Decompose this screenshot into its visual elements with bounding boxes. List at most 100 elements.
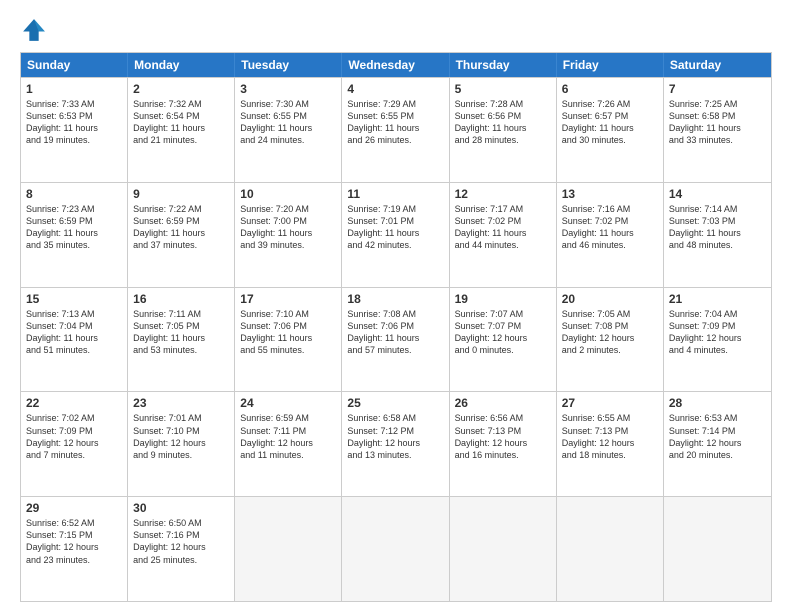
day-number: 23 — [133, 396, 229, 410]
cell-info: Sunrise: 7:02 AM Sunset: 7:09 PM Dayligh… — [26, 412, 122, 461]
calendar-cell: 29 Sunrise: 6:52 AM Sunset: 7:15 PM Dayli… — [21, 497, 128, 601]
header-day: Monday — [128, 53, 235, 77]
cell-info: Sunrise: 7:13 AM Sunset: 7:04 PM Dayligh… — [26, 308, 122, 357]
calendar-cell: 20Sunrise: 7:05 AM Sunset: 7:08 PM Dayli… — [557, 288, 664, 392]
day-number: 22 — [26, 396, 122, 410]
day-number: 11 — [347, 187, 443, 201]
day-number: 4 — [347, 82, 443, 96]
calendar-cell: 17Sunrise: 7:10 AM Sunset: 7:06 PM Dayli… — [235, 288, 342, 392]
calendar-row: 1 Sunrise: 7:33 AM Sunset: 6:53 PM Daylig… — [21, 77, 771, 182]
calendar-cell: 25 Sunrise: 6:58 AM Sunset: 7:12 PM Dayli… — [342, 392, 449, 496]
day-number: 8 — [26, 187, 122, 201]
header-day: Wednesday — [342, 53, 449, 77]
day-number: 13 — [562, 187, 658, 201]
calendar-cell — [664, 497, 771, 601]
cell-info: Sunrise: 7:19 AM Sunset: 7:01 PM Dayligh… — [347, 203, 443, 252]
calendar-cell: 6 Sunrise: 7:26 AM Sunset: 6:57 PM Daylig… — [557, 78, 664, 182]
cell-info: Sunrise: 7:30 AM Sunset: 6:55 PM Dayligh… — [240, 98, 336, 147]
header-day: Thursday — [450, 53, 557, 77]
calendar-cell: 11 Sunrise: 7:19 AM Sunset: 7:01 PM Dayli… — [342, 183, 449, 287]
calendar-cell: 24 Sunrise: 6:59 AM Sunset: 7:11 PM Dayli… — [235, 392, 342, 496]
calendar-cell: 22 Sunrise: 7:02 AM Sunset: 7:09 PM Dayli… — [21, 392, 128, 496]
cell-info: Sunrise: 7:23 AM Sunset: 6:59 PM Dayligh… — [26, 203, 122, 252]
calendar-cell: 27Sunrise: 6:55 AM Sunset: 7:13 PM Dayli… — [557, 392, 664, 496]
calendar-cell: 21Sunrise: 7:04 AM Sunset: 7:09 PM Dayli… — [664, 288, 771, 392]
day-number: 25 — [347, 396, 443, 410]
calendar-cell: 15 Sunrise: 7:13 AM Sunset: 7:04 PM Dayli… — [21, 288, 128, 392]
day-number: 26 — [455, 396, 551, 410]
logo — [20, 16, 52, 44]
cell-info: Sunrise: 7:11 AM Sunset: 7:05 PM Dayligh… — [133, 308, 229, 357]
day-number: 2 — [133, 82, 229, 96]
page: SundayMondayTuesdayWednesdayThursdayFrid… — [0, 0, 792, 612]
calendar-cell: 3 Sunrise: 7:30 AM Sunset: 6:55 PM Daylig… — [235, 78, 342, 182]
day-number: 19 — [455, 292, 551, 306]
cell-info: Sunrise: 6:53 AM Sunset: 7:14 PM Dayligh… — [669, 412, 766, 461]
cell-info: Sunrise: 6:56 AM Sunset: 7:13 PM Dayligh… — [455, 412, 551, 461]
calendar-cell: 9 Sunrise: 7:22 AM Sunset: 6:59 PM Daylig… — [128, 183, 235, 287]
calendar-row: 22 Sunrise: 7:02 AM Sunset: 7:09 PM Dayli… — [21, 391, 771, 496]
calendar-cell — [342, 497, 449, 601]
cell-info: Sunrise: 7:07 AM Sunset: 7:07 PM Dayligh… — [455, 308, 551, 357]
day-number: 10 — [240, 187, 336, 201]
calendar-cell: 14Sunrise: 7:14 AM Sunset: 7:03 PM Dayli… — [664, 183, 771, 287]
cell-info: Sunrise: 6:52 AM Sunset: 7:15 PM Dayligh… — [26, 517, 122, 566]
cell-info: Sunrise: 7:20 AM Sunset: 7:00 PM Dayligh… — [240, 203, 336, 252]
cell-info: Sunrise: 7:17 AM Sunset: 7:02 PM Dayligh… — [455, 203, 551, 252]
header-day: Tuesday — [235, 53, 342, 77]
calendar-header: SundayMondayTuesdayWednesdayThursdayFrid… — [21, 53, 771, 77]
calendar-cell: 26 Sunrise: 6:56 AM Sunset: 7:13 PM Dayli… — [450, 392, 557, 496]
header — [20, 16, 772, 44]
day-number: 24 — [240, 396, 336, 410]
calendar-cell: 16 Sunrise: 7:11 AM Sunset: 7:05 PM Dayli… — [128, 288, 235, 392]
cell-info: Sunrise: 6:50 AM Sunset: 7:16 PM Dayligh… — [133, 517, 229, 566]
calendar-row: 8 Sunrise: 7:23 AM Sunset: 6:59 PM Daylig… — [21, 182, 771, 287]
cell-info: Sunrise: 7:29 AM Sunset: 6:55 PM Dayligh… — [347, 98, 443, 147]
day-number: 21 — [669, 292, 766, 306]
day-number: 14 — [669, 187, 766, 201]
cell-info: Sunrise: 7:10 AM Sunset: 7:06 PM Dayligh… — [240, 308, 336, 357]
day-number: 15 — [26, 292, 122, 306]
day-number: 6 — [562, 82, 658, 96]
calendar-body: 1 Sunrise: 7:33 AM Sunset: 6:53 PM Daylig… — [21, 77, 771, 601]
calendar: SundayMondayTuesdayWednesdayThursdayFrid… — [20, 52, 772, 602]
day-number: 5 — [455, 82, 551, 96]
calendar-cell: 10 Sunrise: 7:20 AM Sunset: 7:00 PM Dayli… — [235, 183, 342, 287]
cell-info: Sunrise: 6:59 AM Sunset: 7:11 PM Dayligh… — [240, 412, 336, 461]
cell-info: Sunrise: 7:33 AM Sunset: 6:53 PM Dayligh… — [26, 98, 122, 147]
header-day: Sunday — [21, 53, 128, 77]
calendar-cell: 30Sunrise: 6:50 AM Sunset: 7:16 PM Dayli… — [128, 497, 235, 601]
calendar-cell — [450, 497, 557, 601]
day-number: 16 — [133, 292, 229, 306]
calendar-cell — [557, 497, 664, 601]
calendar-cell: 12 Sunrise: 7:17 AM Sunset: 7:02 PM Dayli… — [450, 183, 557, 287]
calendar-cell: 2 Sunrise: 7:32 AM Sunset: 6:54 PM Daylig… — [128, 78, 235, 182]
cell-info: Sunrise: 6:58 AM Sunset: 7:12 PM Dayligh… — [347, 412, 443, 461]
calendar-cell: 19 Sunrise: 7:07 AM Sunset: 7:07 PM Dayli… — [450, 288, 557, 392]
day-number: 9 — [133, 187, 229, 201]
calendar-cell: 5 Sunrise: 7:28 AM Sunset: 6:56 PM Daylig… — [450, 78, 557, 182]
day-number: 29 — [26, 501, 122, 515]
day-number: 18 — [347, 292, 443, 306]
calendar-cell: 23Sunrise: 7:01 AM Sunset: 7:10 PM Dayli… — [128, 392, 235, 496]
day-number: 28 — [669, 396, 766, 410]
calendar-cell: 4 Sunrise: 7:29 AM Sunset: 6:55 PM Daylig… — [342, 78, 449, 182]
cell-info: Sunrise: 7:26 AM Sunset: 6:57 PM Dayligh… — [562, 98, 658, 147]
day-number: 1 — [26, 82, 122, 96]
calendar-cell: 13 Sunrise: 7:16 AM Sunset: 7:02 PM Dayli… — [557, 183, 664, 287]
calendar-cell: 18 Sunrise: 7:08 AM Sunset: 7:06 PM Dayli… — [342, 288, 449, 392]
calendar-cell: 1 Sunrise: 7:33 AM Sunset: 6:53 PM Daylig… — [21, 78, 128, 182]
cell-info: Sunrise: 7:22 AM Sunset: 6:59 PM Dayligh… — [133, 203, 229, 252]
header-day: Friday — [557, 53, 664, 77]
calendar-row: 29 Sunrise: 6:52 AM Sunset: 7:15 PM Dayli… — [21, 496, 771, 601]
calendar-cell — [235, 497, 342, 601]
day-number: 12 — [455, 187, 551, 201]
cell-info: Sunrise: 7:08 AM Sunset: 7:06 PM Dayligh… — [347, 308, 443, 357]
day-number: 7 — [669, 82, 766, 96]
cell-info: Sunrise: 7:32 AM Sunset: 6:54 PM Dayligh… — [133, 98, 229, 147]
cell-info: Sunrise: 7:16 AM Sunset: 7:02 PM Dayligh… — [562, 203, 658, 252]
cell-info: Sunrise: 7:28 AM Sunset: 6:56 PM Dayligh… — [455, 98, 551, 147]
cell-info: Sunrise: 6:55 AM Sunset: 7:13 PM Dayligh… — [562, 412, 658, 461]
day-number: 3 — [240, 82, 336, 96]
cell-info: Sunrise: 7:25 AM Sunset: 6:58 PM Dayligh… — [669, 98, 766, 147]
